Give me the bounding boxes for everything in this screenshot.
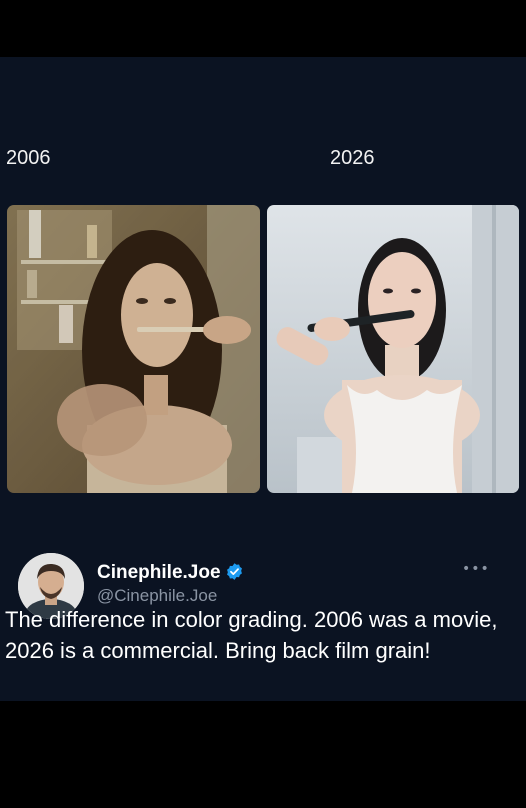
tweet-card: 2006 2026 Cinephile.Joe @Cinephile.Joe •… xyxy=(0,57,526,701)
still-2026-image[interactable] xyxy=(267,205,519,493)
more-options-button[interactable]: ••• xyxy=(462,562,489,580)
tweet-text: The difference in color grading. 2006 wa… xyxy=(5,607,498,663)
display-name[interactable]: Cinephile.Joe xyxy=(97,562,244,584)
year-label-2026: 2026 xyxy=(330,147,375,169)
still-2006-image[interactable] xyxy=(7,205,260,493)
verified-badge-icon xyxy=(226,563,242,580)
author-handle[interactable]: @Cinephile.Joe xyxy=(97,586,217,606)
display-name-text[interactable]: Cinephile.Joe xyxy=(97,562,221,583)
year-label-2006: 2006 xyxy=(6,147,51,169)
